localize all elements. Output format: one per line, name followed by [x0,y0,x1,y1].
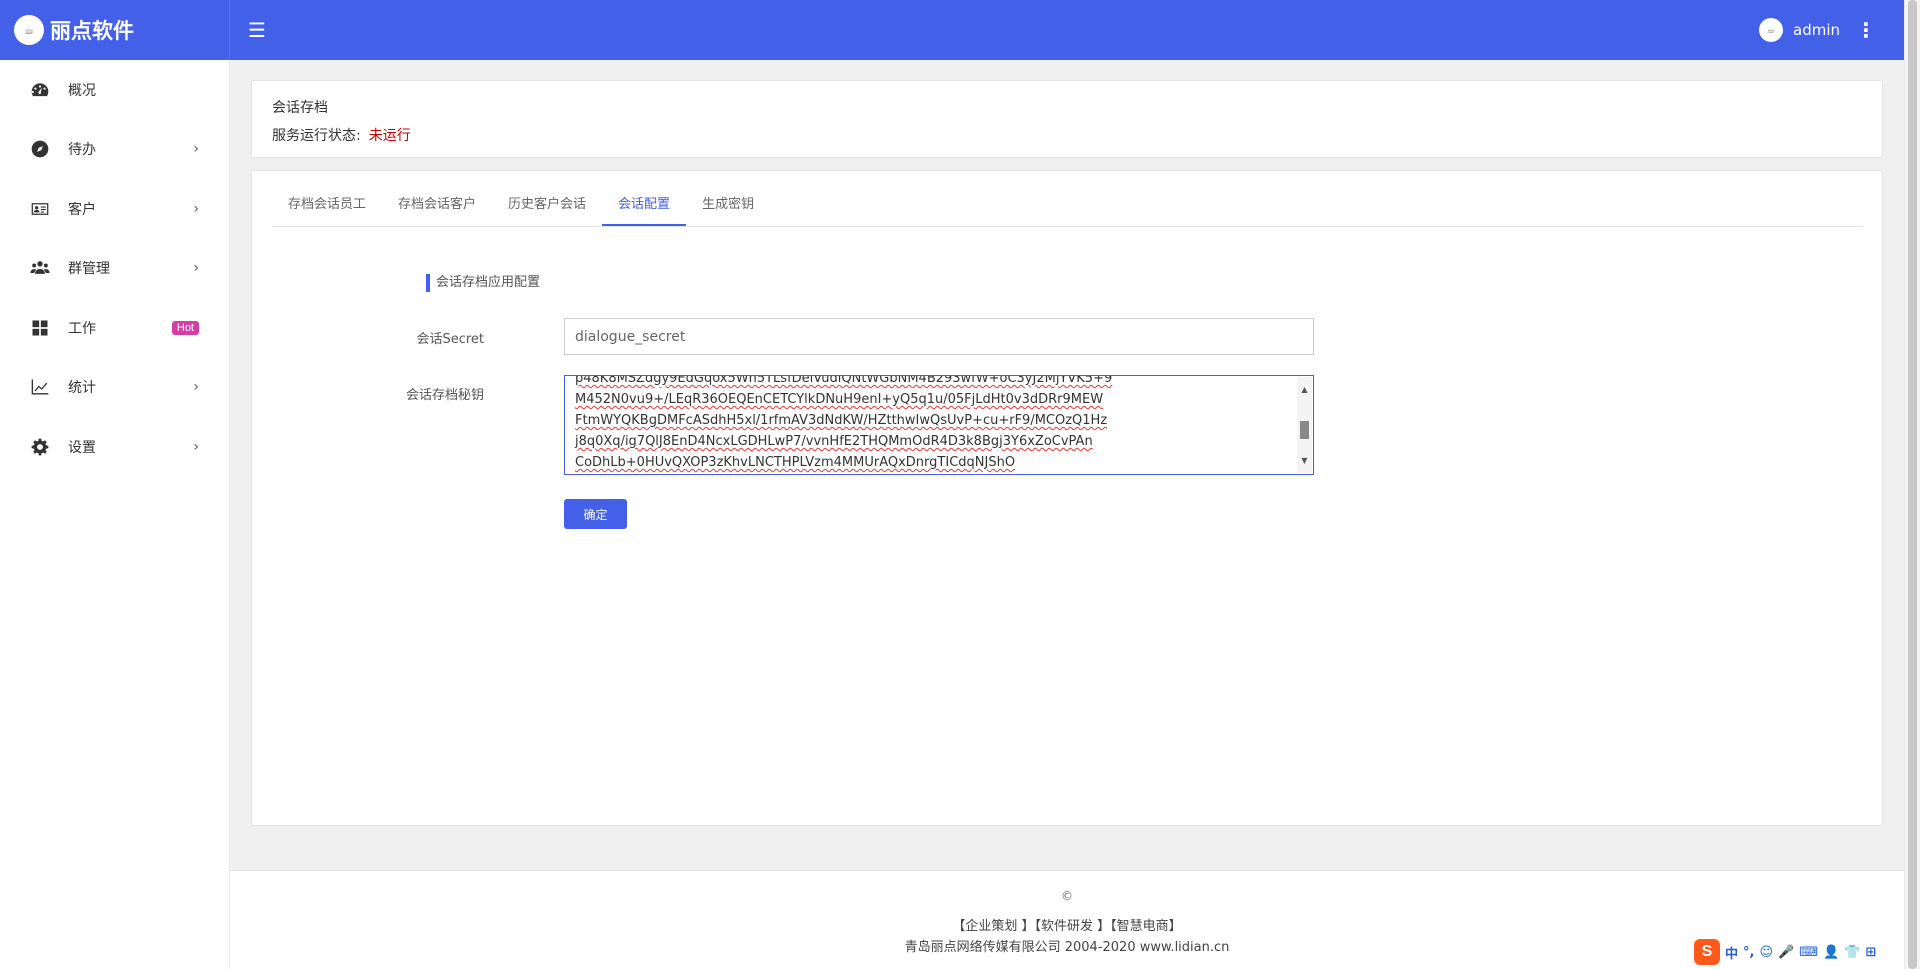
ime-emoji-icon[interactable]: ☺ [1759,945,1773,960]
confirm-button[interactable]: 确定 [564,499,627,529]
ime-language-toggle[interactable]: 中 [1725,943,1738,962]
ime-skin-icon[interactable]: 👕 [1844,945,1860,960]
scroll-down-icon[interactable]: ▼ [1297,450,1312,471]
textarea-scrollbar[interactable]: ▲ ▼ [1297,377,1312,473]
status-badge: 未运行 [368,128,411,144]
id-card-icon [28,197,52,221]
archive-status-card: 会话存档 服务运行状态: 未运行 [251,80,1883,158]
page-scroll-thumb[interactable] [1908,0,1917,969]
key-line: j8q0Xq/ig7QlJ8EnD4NcxLGDHLwP7/vvnHfE2THQ… [575,434,1093,449]
sidebar: 概况 待办 › 客户 › 群管理 › 工作 Hot 统计 › 设置 › [0,60,230,969]
sidebar-item-label: 群管理 [68,261,110,278]
config-card: 存档会话员工 存档会话客户 历史客户会话 会话配置 生成密钥 会话存档应用配置 … [251,170,1883,826]
tab-history-sessions[interactable]: 历史客户会话 [492,185,602,226]
sidebar-item-label: 工作 [68,320,96,337]
avatar[interactable]: ☕ [1759,18,1783,42]
brand[interactable]: ☕ 丽点软件 [0,0,230,60]
chevron-right-icon: › [193,141,199,158]
gear-icon [28,435,52,459]
ime-toolbar: S 中 °, ☺ 🎤 ⌨ 👤 👕 ⊞ [1694,939,1904,965]
scroll-up-icon[interactable]: ▲ [1297,379,1312,400]
key-line: CoDhLb+0HUvQXOP3zKhvLNCTHPLVzm4MMUrAQxDn… [575,455,1016,470]
tab-archived-customers[interactable]: 存档会话客户 [382,185,492,226]
key-line: M452N0vu9+/LEqR36OEQEnCETCYlkDNuH9enI+yQ… [575,392,1104,407]
brand-name: 丽点软件 [50,19,134,43]
sidebar-item-label: 客户 [68,201,96,218]
footer-links[interactable]: 【企业策划 】【软件研发 】【智慧电商】 [230,915,1904,934]
sidebar-item-label: 待办 [68,142,96,159]
tab-session-config[interactable]: 会话配置 [602,185,687,226]
sidebar-item-settings[interactable]: 设置 › [0,417,229,477]
key-line: p48K8MSZdgy9EdGqox5Wh5TLsfDelVudlQNtWGbN… [575,375,1113,386]
sidebar-item-label: 概况 [68,82,96,99]
sidebar-item-customers[interactable]: 客户 › [0,179,229,239]
user-menu: ☕ admin ⋮ [1759,18,1904,42]
private-key-label: 会话存档秘钥 [405,388,484,403]
username[interactable]: admin [1793,21,1840,39]
copyright: © [1061,889,1073,903]
brand-logo-icon: ☕ [14,15,44,45]
more-options-icon[interactable]: ⋮ [1856,20,1876,40]
top-bar: ☕ 丽点软件 ☰ ☕ admin ⋮ [0,0,1904,60]
ime-punctuation-icon[interactable]: °, [1743,945,1754,960]
chevron-right-icon: › [193,260,199,277]
sidebar-item-statistics[interactable]: 统计 › [0,358,229,418]
users-icon [28,256,52,280]
tab-archived-staff[interactable]: 存档会话员工 [272,185,382,226]
sidebar-item-todo[interactable]: 待办 › [0,120,229,180]
compass-icon [28,137,52,161]
footer: © 【企业策划 】【软件研发 】【智慧电商】 青岛丽点网络传媒有限公司 2004… [230,870,1904,969]
sidebar-item-label: 统计 [68,380,96,397]
sidebar-item-work[interactable]: 工作 Hot [0,298,229,358]
secret-input[interactable] [564,318,1314,355]
hot-badge: Hot [171,320,199,335]
sidebar-item-overview[interactable]: 概况 [0,60,229,120]
tab-generate-key[interactable]: 生成密钥 [686,185,770,226]
tab-bar: 存档会话员工 存档会话客户 历史客户会话 会话配置 生成密钥 [272,185,1862,227]
chevron-right-icon: › [193,438,199,455]
grid-icon [28,316,52,340]
ime-user-icon[interactable]: 👤 [1823,945,1839,960]
ime-keyboard-icon[interactable]: ⌨ [1799,945,1818,960]
service-status: 服务运行状态: 未运行 [272,125,1862,145]
chevron-right-icon: › [193,200,199,217]
sogou-ime-icon[interactable]: S [1694,939,1720,965]
sidebar-item-label: 设置 [68,439,96,456]
ime-toolbox-icon[interactable]: ⊞ [1865,945,1876,960]
page-title: 会话存档 [272,100,328,116]
dashboard-icon [28,78,52,102]
service-status-label: 服务运行状态: [272,128,361,144]
menu-toggle-icon[interactable]: ☰ [248,18,266,42]
section-title: 会话存档应用配置 [426,274,540,292]
line-chart-icon [28,375,52,399]
sidebar-item-groups[interactable]: 群管理 › [0,239,229,299]
scroll-thumb[interactable] [1300,421,1309,439]
key-line: FtmWYQKBgDMFcASdhH5xl/1rfmAV3dNdKW/HZtth… [575,413,1108,428]
page-scrollbar[interactable] [1904,0,1920,969]
secret-label: 会话Secret [416,332,484,347]
chevron-right-icon: › [193,379,199,396]
private-key-textarea[interactable]: p48K8MSZdgy9EdGqox5Wh5TLsfDelVudlQNtWGbN… [564,375,1314,475]
company-info: 青岛丽点网络传媒有限公司 2004-2020 www.lidian.cn [904,940,1230,955]
ime-voice-icon[interactable]: 🎤 [1778,945,1794,960]
